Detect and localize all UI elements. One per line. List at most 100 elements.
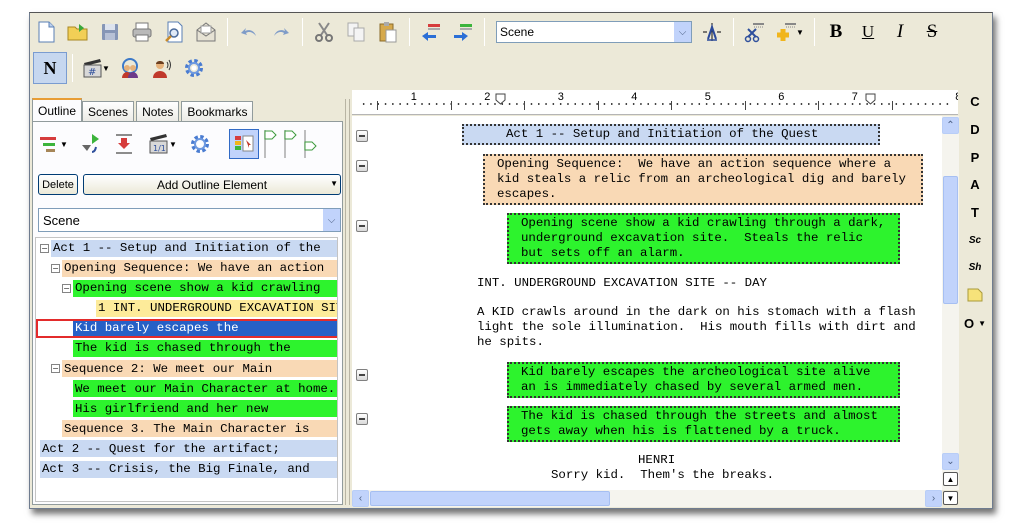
strikethrough-button[interactable]: S bbox=[916, 18, 948, 46]
collapse-all-button[interactable] bbox=[109, 129, 139, 159]
outline-levels-button[interactable]: ▼ bbox=[35, 129, 71, 159]
outline-tree-item[interactable]: Sequence 3. The Main Character is bbox=[36, 419, 337, 439]
collapse-sequence-button[interactable] bbox=[356, 160, 368, 172]
redo-button[interactable] bbox=[267, 18, 295, 46]
settings-button[interactable] bbox=[180, 54, 208, 82]
vertical-scroll-thumb[interactable] bbox=[943, 176, 958, 304]
scroll-up-button[interactable]: ⌃ bbox=[942, 117, 959, 134]
print-button[interactable] bbox=[128, 18, 156, 46]
previous-element-button[interactable] bbox=[417, 18, 445, 46]
outline-tree-item[interactable]: − Opening scene show a kid crawling bbox=[36, 278, 337, 298]
tab-outline[interactable]: Outline bbox=[32, 98, 83, 121]
scroll-down-button[interactable]: ⌄ bbox=[942, 453, 959, 470]
save-button[interactable] bbox=[96, 18, 124, 46]
insert-page-break-button[interactable]: ▼ bbox=[773, 18, 807, 46]
next-element-button[interactable] bbox=[449, 18, 477, 46]
outline-tree-item[interactable]: The kid is chased through the bbox=[36, 338, 337, 358]
add-outline-element-button[interactable]: Add Outline Element ▼ bbox=[83, 174, 341, 195]
toolbar-separator bbox=[409, 18, 410, 46]
dialogue-text[interactable]: Sorry kid. Them's the breaks. bbox=[551, 468, 774, 483]
scene-summary-block[interactable]: The kid is chased through the streets an… bbox=[507, 406, 900, 442]
tab-notes[interactable]: Notes bbox=[136, 101, 180, 121]
sync-outline-button[interactable] bbox=[229, 129, 259, 159]
undo-icon bbox=[241, 28, 256, 36]
italic-button[interactable]: I bbox=[884, 18, 916, 46]
vertical-scrollbar[interactable]: ⌃ ⌄ ▲ bbox=[942, 116, 959, 490]
outline-levels-icon bbox=[40, 137, 57, 152]
scroll-right-button[interactable]: › bbox=[925, 490, 942, 507]
collapse-scene-button[interactable] bbox=[356, 369, 368, 381]
horizontal-scrollbar[interactable]: ‹ › bbox=[352, 490, 942, 507]
scene-element-button[interactable]: Sc bbox=[960, 229, 990, 251]
email-button[interactable] bbox=[192, 18, 220, 46]
sequence-block[interactable]: Opening Sequence: We have an action sequ… bbox=[483, 154, 923, 205]
parenthetical-element-button[interactable]: P bbox=[960, 146, 990, 168]
open-button[interactable] bbox=[64, 18, 92, 46]
transition-element-button[interactable]: T bbox=[960, 201, 990, 223]
dialogue-element-button[interactable]: D bbox=[960, 118, 990, 140]
level-slider-3[interactable] bbox=[303, 128, 317, 160]
act-block[interactable]: Act 1 -- Setup and Initiation of the Que… bbox=[462, 124, 880, 145]
outline-tree-item[interactable]: − Act 1 -- Setup and Initiation of the bbox=[36, 238, 337, 258]
delete-button[interactable]: Delete bbox=[38, 174, 78, 195]
paste-button[interactable] bbox=[374, 18, 402, 46]
new-document-button[interactable] bbox=[32, 18, 60, 46]
outline-item-label: Act 2 -- Quest for the artifact; bbox=[40, 440, 337, 458]
collapse-icon[interactable]: − bbox=[62, 283, 71, 293]
scene-numbers-button[interactable]: # ▼ bbox=[80, 54, 112, 82]
right-margin-marker[interactable] bbox=[865, 93, 876, 105]
element-type-select[interactable]: Scene ⌵ bbox=[496, 21, 692, 43]
scroll-left-button[interactable]: ‹ bbox=[352, 490, 369, 507]
bold-button[interactable]: B bbox=[820, 18, 852, 46]
outline-tree-item[interactable]: Kid barely escapes the bbox=[36, 318, 337, 339]
scene-numbering-button[interactable]: 1/1 ▼ bbox=[143, 129, 181, 159]
characters-button[interactable] bbox=[116, 54, 144, 82]
speech-button[interactable] bbox=[148, 54, 176, 82]
character-name[interactable]: HENRI bbox=[638, 453, 675, 468]
character-element-button[interactable]: C bbox=[960, 90, 990, 112]
tab-scenes[interactable]: Scenes bbox=[82, 101, 135, 121]
outline-tree-item[interactable]: We meet our Main Character at home. bbox=[36, 379, 337, 399]
left-margin-marker[interactable] bbox=[495, 93, 506, 105]
action-text[interactable]: A KID crawls around in the dark on his s… bbox=[477, 305, 916, 350]
level-slider-1[interactable] bbox=[263, 128, 277, 160]
outline-type-select[interactable]: Scene ⌵ bbox=[38, 208, 341, 232]
cut-button[interactable] bbox=[310, 18, 338, 46]
outline-tree-item[interactable]: − Sequence 2: We meet our Main bbox=[36, 359, 337, 379]
tab-bookmarks[interactable]: Bookmarks bbox=[181, 101, 254, 121]
underline-button[interactable]: U bbox=[852, 18, 884, 46]
note-element-button[interactable] bbox=[960, 284, 990, 306]
outline-item-label: Sequence 3. The Main Character is bbox=[62, 420, 337, 438]
copy-button[interactable] bbox=[342, 18, 370, 46]
outline-tree-item[interactable]: Act 3 -- Crisis, the Big Finale, and bbox=[36, 459, 337, 479]
outline-tree-item[interactable]: Act 2 -- Quest for the artifact; bbox=[36, 439, 337, 459]
outline-tree-item[interactable]: − Opening Sequence: We have an action bbox=[36, 258, 337, 278]
collapse-icon[interactable]: − bbox=[51, 364, 60, 374]
normal-view-button[interactable]: N bbox=[33, 52, 67, 84]
outline-settings-button[interactable] bbox=[185, 129, 215, 159]
outline-tree-item[interactable]: His girlfriend and her new bbox=[36, 399, 337, 419]
level-slider-2[interactable] bbox=[283, 128, 297, 160]
print-preview-button[interactable] bbox=[160, 18, 188, 46]
collapse-icon[interactable]: − bbox=[40, 243, 49, 253]
scene-heading[interactable]: INT. UNDERGROUND EXCAVATION SITE -- DAY bbox=[477, 276, 767, 291]
collapse-scene-button[interactable] bbox=[356, 413, 368, 425]
shot-element-button[interactable]: Sh bbox=[960, 256, 990, 278]
scene-summary-block[interactable]: Kid barely escapes the archeological sit… bbox=[507, 362, 900, 398]
previous-page-button[interactable]: ▲ bbox=[943, 472, 958, 486]
script-editor[interactable]: Act 1 -- Setup and Initiation of the Que… bbox=[352, 116, 942, 490]
format-element-button[interactable] bbox=[698, 18, 726, 46]
collapse-act-button[interactable] bbox=[356, 130, 368, 142]
panel-splitter[interactable] bbox=[345, 99, 350, 505]
collapse-scene-button[interactable] bbox=[356, 220, 368, 232]
next-page-button[interactable]: ▼ bbox=[943, 491, 958, 505]
remove-page-break-button[interactable] bbox=[741, 18, 769, 46]
scene-summary-block[interactable]: Opening scene show a kid crawling throug… bbox=[507, 213, 900, 264]
outline-tree-item[interactable]: 1 INT. UNDERGROUND EXCAVATION SITE bbox=[36, 298, 337, 318]
filter-button[interactable] bbox=[75, 129, 105, 159]
undo-button[interactable] bbox=[235, 18, 263, 46]
collapse-icon[interactable]: − bbox=[51, 263, 60, 273]
horizontal-scroll-thumb[interactable] bbox=[370, 491, 610, 506]
action-element-button[interactable]: A bbox=[960, 173, 990, 195]
other-element-button[interactable]: O ▼ bbox=[960, 312, 990, 334]
